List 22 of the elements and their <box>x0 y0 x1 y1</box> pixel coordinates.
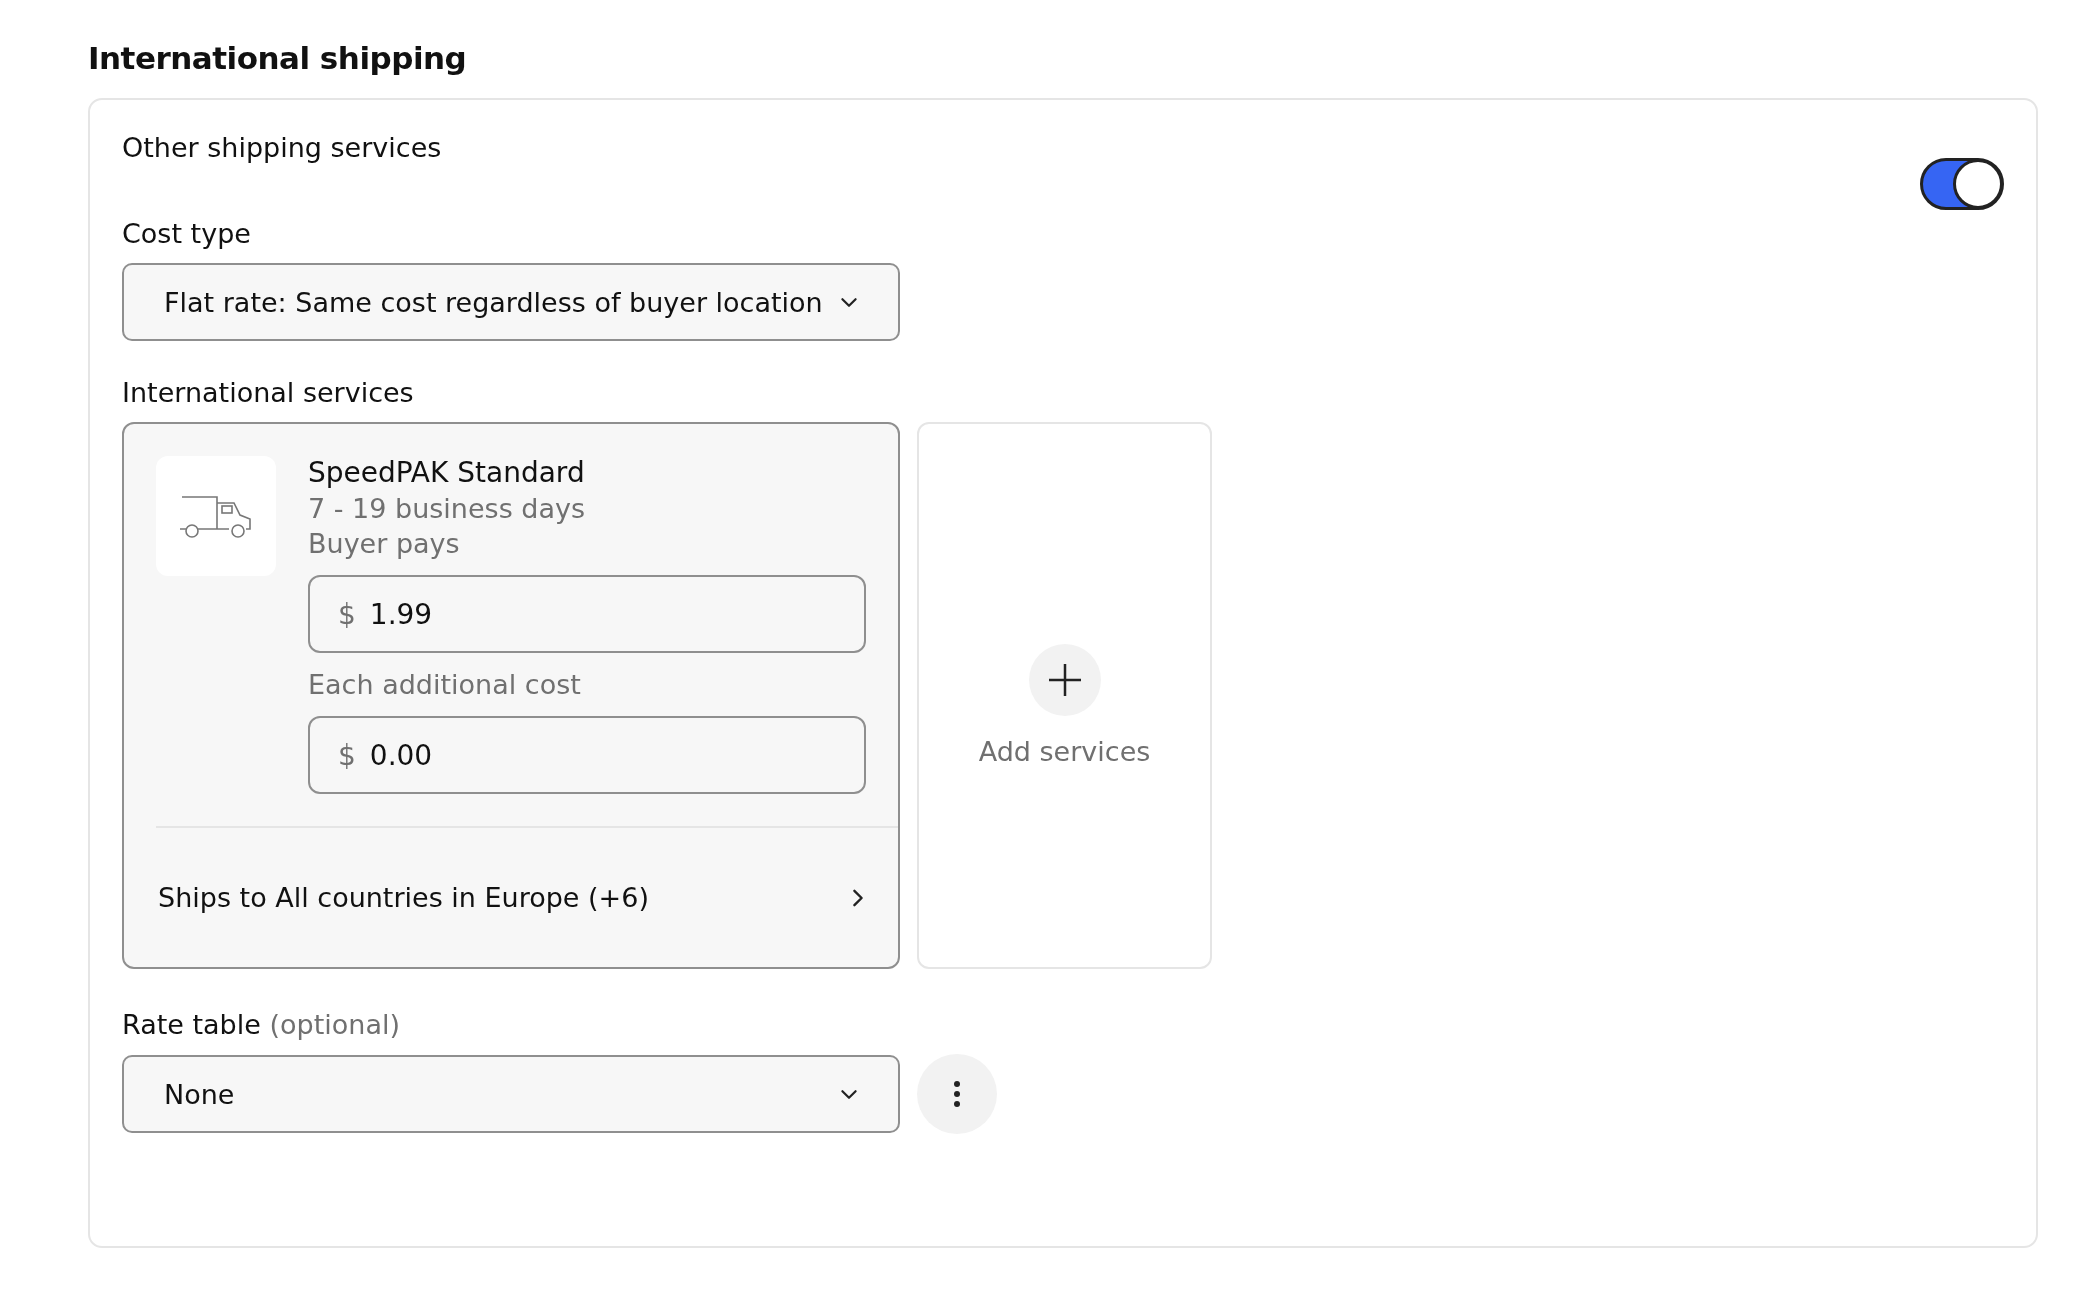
delivery-time: 7 - 19 business days <box>308 493 586 524</box>
truck-icon <box>156 456 276 576</box>
field-label: Rate table (optional) <box>122 1009 401 1040</box>
add-services-card[interactable]: Add services <box>917 422 1212 969</box>
chevron-down-icon <box>840 1088 858 1100</box>
additional-cost-input-field[interactable]: $ 0.00 <box>308 716 866 794</box>
cost-input-field[interactable]: $ 1.99 <box>308 575 866 653</box>
cost-type-dropdown[interactable]: Flat rate: Same cost regardless of buyer location <box>122 263 900 341</box>
payer-text: Buyer pays <box>308 528 461 559</box>
chevron-right-icon <box>852 887 864 908</box>
ships-to-link[interactable]: Ships to All countries in Europe (+6) <box>156 826 898 967</box>
section-title: Other shipping services <box>122 132 442 163</box>
field-label: Cost type <box>122 218 252 249</box>
add-services-label: Add services <box>978 736 1151 767</box>
section-heading: International shipping <box>88 40 468 76</box>
toggle-switch[interactable] <box>1920 158 2004 210</box>
field-label: International services <box>122 377 415 408</box>
service-name: SpeedPAK Standard <box>308 456 586 489</box>
chevron-down-icon <box>840 296 858 308</box>
rate-table-dropdown[interactable]: None <box>122 1055 900 1133</box>
field-label: Each additional cost <box>308 669 582 700</box>
kebab-icon <box>954 1081 960 1107</box>
